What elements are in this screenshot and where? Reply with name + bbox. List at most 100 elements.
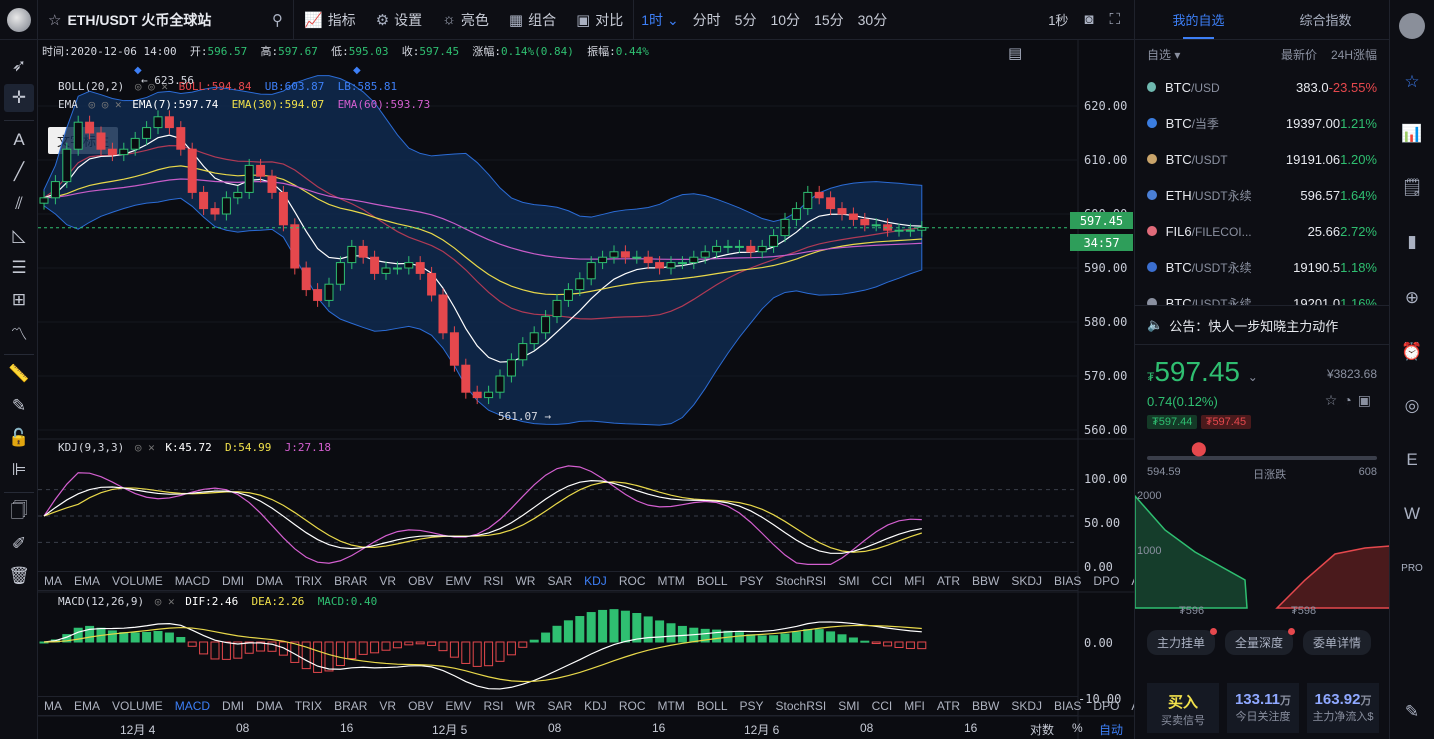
chart-canvas[interactable]: ◆ ◆ (38, 40, 1134, 739)
indicator-tab-boll[interactable]: BOLL (691, 574, 734, 588)
watchlist-row[interactable]: BTC/USDT永续 19201.0 1.16% (1135, 285, 1389, 305)
indicator-tab-macd[interactable]: MACD (169, 574, 216, 588)
symbol-selector[interactable]: ☆ ETH/USDT 火币全球站 ⚲ (38, 10, 293, 30)
indicator-tab-kdj[interactable]: KDJ (578, 574, 613, 588)
ruler-icon[interactable]: 📏 (4, 360, 34, 388)
indicator-tab-volume[interactable]: VOLUME (106, 699, 169, 713)
bookmark-icon[interactable]: 🗍 (4, 498, 34, 526)
indicators-button[interactable]: 📈 指标 (294, 0, 366, 40)
indicator-tab-atr[interactable]: ATR (931, 699, 966, 713)
indicator-tab-trix[interactable]: TRIX (289, 699, 328, 713)
watchlist-row[interactable]: BTC/USDT永续 19190.5 1.18% (1135, 249, 1389, 285)
notice-bar[interactable]: 🔈 公告：快人一步知晓主力动作 (1135, 305, 1389, 345)
indicator-tab-ema[interactable]: EMA (68, 699, 106, 713)
watchlist-icon[interactable]: ☆ (1398, 68, 1426, 96)
interval-1[interactable]: 分时 (686, 10, 728, 30)
indicator-tab-ema[interactable]: EMA (68, 574, 106, 588)
settings-button[interactable]: ⚙ 设置 (366, 0, 432, 40)
watchlist-filter[interactable]: 自选 ▾ (1147, 46, 1180, 63)
indicator-tab-dma[interactable]: DMA (250, 699, 289, 713)
calendar-icon[interactable]: ▤ (1008, 44, 1022, 62)
crosshair-icon[interactable]: ✛ (4, 84, 34, 112)
line-tool-icon[interactable]: ╱ (4, 158, 34, 186)
indicator-tab-dma[interactable]: DMA (250, 574, 289, 588)
indicator-tab-dmi[interactable]: DMI (216, 699, 250, 713)
lock-icon[interactable]: 🔓 (4, 424, 34, 452)
indicator-tab-brar[interactable]: BRAR (328, 574, 373, 588)
indicator-tab-obv[interactable]: OBV (402, 699, 439, 713)
indicator-tab-kdj[interactable]: KDJ (578, 699, 613, 713)
add-icon[interactable]: ⊕ (1398, 284, 1426, 312)
indicator-tab-psy[interactable]: PSY (734, 574, 770, 588)
indicator-tab-wr[interactable]: WR (509, 699, 541, 713)
order-detail-button[interactable]: 委单详情 (1303, 630, 1372, 655)
indicator-tab-vr[interactable]: VR (373, 574, 402, 588)
indicator-tab-skdj[interactable]: SKDJ (1005, 699, 1048, 713)
indicator-tab-macd[interactable]: MACD (169, 699, 216, 713)
clock-icon[interactable]: ⏰ (1398, 338, 1426, 366)
indicator-tab-trix[interactable]: TRIX (289, 574, 328, 588)
indicator-tab-rsi[interactable]: RSI (477, 574, 509, 588)
avatar[interactable] (1398, 12, 1426, 40)
fullscreen-icon[interactable]: ⛶ (1109, 11, 1120, 28)
indicator-tab-stochrsi[interactable]: StochRSI (770, 574, 833, 588)
indicator-tab-dmi[interactable]: DMI (216, 574, 250, 588)
indicator-tab-brar[interactable]: BRAR (328, 699, 373, 713)
indicator-tab-mfi[interactable]: MFI (898, 699, 931, 713)
indicator-tab-boll[interactable]: BOLL (691, 699, 734, 713)
indicator-tab-cci[interactable]: CCI (866, 699, 899, 713)
interval-0[interactable]: 1时 ⌄ (634, 10, 685, 30)
edit-icon[interactable]: ✎ (1398, 698, 1426, 726)
wave-icon[interactable]: 〽 (4, 318, 34, 346)
pitchfork-icon[interactable]: ⫽ (4, 190, 34, 218)
refresh-rate[interactable]: 1秒 (1048, 10, 1068, 29)
indicator-tab-mtm[interactable]: MTM (651, 574, 690, 588)
cursor-icon[interactable]: ➶ (4, 52, 34, 80)
full-depth-button[interactable]: 全量深度 (1225, 628, 1296, 655)
watchlist-row[interactable]: FIL6/FILECOI... 25.66 2.72% (1135, 213, 1389, 249)
tab-index[interactable]: 综合指数 (1262, 0, 1389, 39)
pro-icon[interactable]: PRO (1398, 554, 1426, 582)
indicator-tab-sar[interactable]: SAR (541, 699, 578, 713)
indicator-tab-mfi[interactable]: MFI (898, 574, 931, 588)
search-icon[interactable]: ⚲ (272, 11, 283, 29)
interval-2[interactable]: 5分 (728, 10, 764, 30)
indicator-tab-mtm[interactable]: MTM (651, 699, 690, 713)
star-icon[interactable]: ☆ (48, 11, 61, 29)
trash-icon[interactable]: 🗑 (4, 562, 34, 590)
log-scale-toggle[interactable]: 对数 (1030, 721, 1054, 738)
percent-toggle[interactable]: % (1072, 721, 1083, 735)
fib-icon[interactable]: ☰ (4, 254, 34, 282)
compare-button[interactable]: ▣ 对比 (566, 0, 633, 40)
indicator-tab-sar[interactable]: SAR (541, 574, 578, 588)
indicator-tab-wr[interactable]: WR (509, 574, 541, 588)
indicator-tab-roc[interactable]: ROC (613, 574, 652, 588)
action-icons[interactable]: ☆◔▣ (1325, 392, 1377, 409)
indicator-tab-skdj[interactable]: SKDJ (1005, 574, 1048, 588)
indicator-tab-psy[interactable]: PSY (734, 699, 770, 713)
indicator-tab-dpo[interactable]: DPO (1087, 574, 1125, 588)
indicator-tab-bias[interactable]: BIAS (1048, 574, 1087, 588)
chart-icon[interactable]: 📊 (1398, 120, 1426, 148)
indicator-tab-atr[interactable]: ATR (931, 574, 966, 588)
compass-icon[interactable]: ◎ (1398, 392, 1426, 420)
indicator-tab-emv[interactable]: EMV (439, 699, 477, 713)
auto-scale-toggle[interactable]: 自动 (1099, 721, 1123, 738)
indicator-tab-smi[interactable]: SMI (832, 699, 865, 713)
indicator-tab-smi[interactable]: SMI (832, 574, 865, 588)
indicator-tab-ma[interactable]: MA (38, 699, 68, 713)
indicator-tab-bbw[interactable]: BBW (966, 699, 1005, 713)
w-icon[interactable]: W (1398, 500, 1426, 528)
theme-button[interactable]: ☼ 亮色 (432, 0, 499, 40)
watchlist-row[interactable]: BTC/USD 383.0 -23.55% (1135, 69, 1389, 105)
edit-list-icon[interactable]: ✐ (4, 530, 34, 558)
interval-3[interactable]: 10分 (763, 10, 807, 30)
indicator-tab-ma[interactable]: MA (38, 574, 68, 588)
pencil-icon[interactable]: ✎ (4, 392, 34, 420)
interval-5[interactable]: 30分 (851, 10, 895, 30)
indicator-tab-roc[interactable]: ROC (613, 699, 652, 713)
triangle-icon[interactable]: ◺ (4, 222, 34, 250)
ebook-icon[interactable]: E (1398, 446, 1426, 474)
tab-watchlist[interactable]: 我的自选 (1135, 0, 1262, 39)
combo-button[interactable]: ▦ 组合 (499, 0, 566, 40)
